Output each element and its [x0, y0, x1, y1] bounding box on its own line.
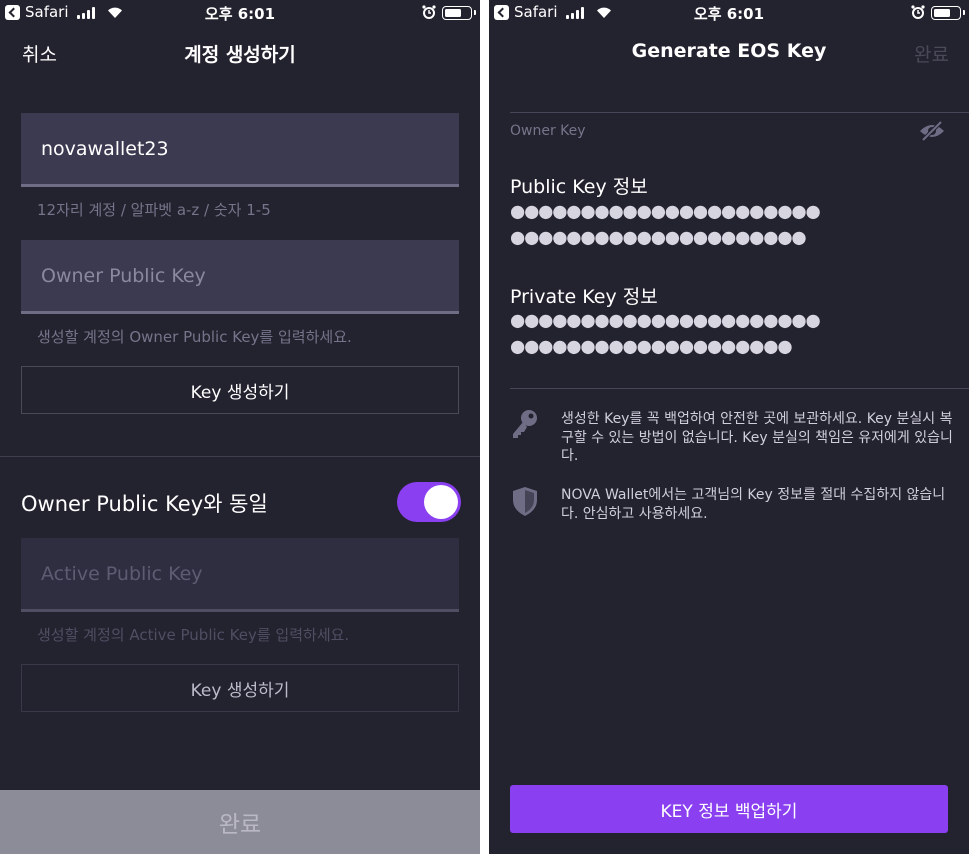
top-divider	[510, 112, 969, 113]
eye-off-icon[interactable]	[919, 120, 945, 142]
done-button[interactable]: 완료	[0, 790, 480, 854]
owner-public-key-placeholder: Owner Public Key	[41, 264, 206, 287]
middle-divider	[510, 388, 969, 389]
public-key-masked-line-2: ●●●●●●●●●●●●●●●●●●●●●	[510, 228, 807, 248]
owner-public-key-hint: 생성할 계정의 Owner Public Key를 입력하세요.	[37, 328, 352, 346]
backup-key-button[interactable]: KEY 정보 백업하기	[510, 785, 948, 833]
owner-public-key-input[interactable]: Owner Public Key	[21, 240, 459, 314]
private-key-masked-line-1: ●●●●●●●●●●●●●●●●●●●●●●	[510, 311, 821, 331]
owner-generate-key-button[interactable]: Key 생성하기	[21, 366, 459, 414]
same-as-owner-toggle[interactable]	[397, 482, 461, 522]
toggle-knob	[424, 485, 458, 519]
generate-key-screen: Safari 오후 6:01 Generate EOS Key 완료 Owner…	[489, 0, 969, 854]
privacy-notice: NOVA Wallet에서는 고객님의 Key 정보를 절대 수집하지 않습니다…	[561, 487, 946, 522]
active-public-key-hint: 생성할 계정의 Active Public Key를 입력하세요.	[37, 626, 350, 644]
alarm-icon	[422, 5, 436, 19]
account-name-hint: 12자리 계정 / 알파벳 a-z / 숫자 1-5	[37, 201, 271, 219]
status-bar: Safari 오후 6:01	[489, 0, 969, 26]
nav-bar: 취소 계정 생성하기	[0, 30, 480, 76]
private-key-masked-line-2: ●●●●●●●●●●●●●●●●●●●●	[510, 337, 793, 357]
status-time: 오후 6:01	[693, 5, 765, 23]
alarm-icon	[911, 5, 925, 19]
public-key-title: Public Key 정보	[510, 176, 648, 198]
create-account-screen: Safari 오후 6:01 취소 계정 생성하기 novawallet23 1…	[0, 0, 480, 854]
account-name-input[interactable]: novawallet23	[21, 113, 459, 187]
page-title: 계정 생성하기	[184, 44, 296, 66]
active-public-key-input: Active Public Key	[21, 538, 459, 612]
owner-key-label: Owner Key	[510, 123, 586, 139]
battery-icon	[442, 6, 476, 20]
private-key-title: Private Key 정보	[510, 286, 658, 308]
backup-notice: 생성한 Key를 꼭 백업하여 안전한 곳에 보관하세요. Key 분실시 복구…	[561, 411, 953, 464]
done-button-disabled[interactable]: 완료	[914, 40, 949, 67]
shield-icon	[513, 487, 537, 516]
account-name-value: novawallet23	[41, 137, 169, 160]
status-bar: Safari 오후 6:01	[0, 0, 480, 26]
active-generate-key-button: Key 생성하기	[21, 664, 459, 712]
active-public-key-placeholder: Active Public Key	[41, 562, 203, 585]
same-as-owner-label: Owner Public Key와 동일	[21, 492, 268, 516]
battery-icon	[931, 6, 965, 20]
nav-bar: Generate EOS Key 완료	[489, 30, 969, 76]
key-icon	[513, 410, 537, 438]
public-key-masked-line-1: ●●●●●●●●●●●●●●●●●●●●●●	[510, 202, 821, 222]
page-title: Generate EOS Key	[631, 40, 827, 62]
status-time: 오후 6:01	[204, 5, 276, 23]
section-divider	[0, 456, 480, 457]
